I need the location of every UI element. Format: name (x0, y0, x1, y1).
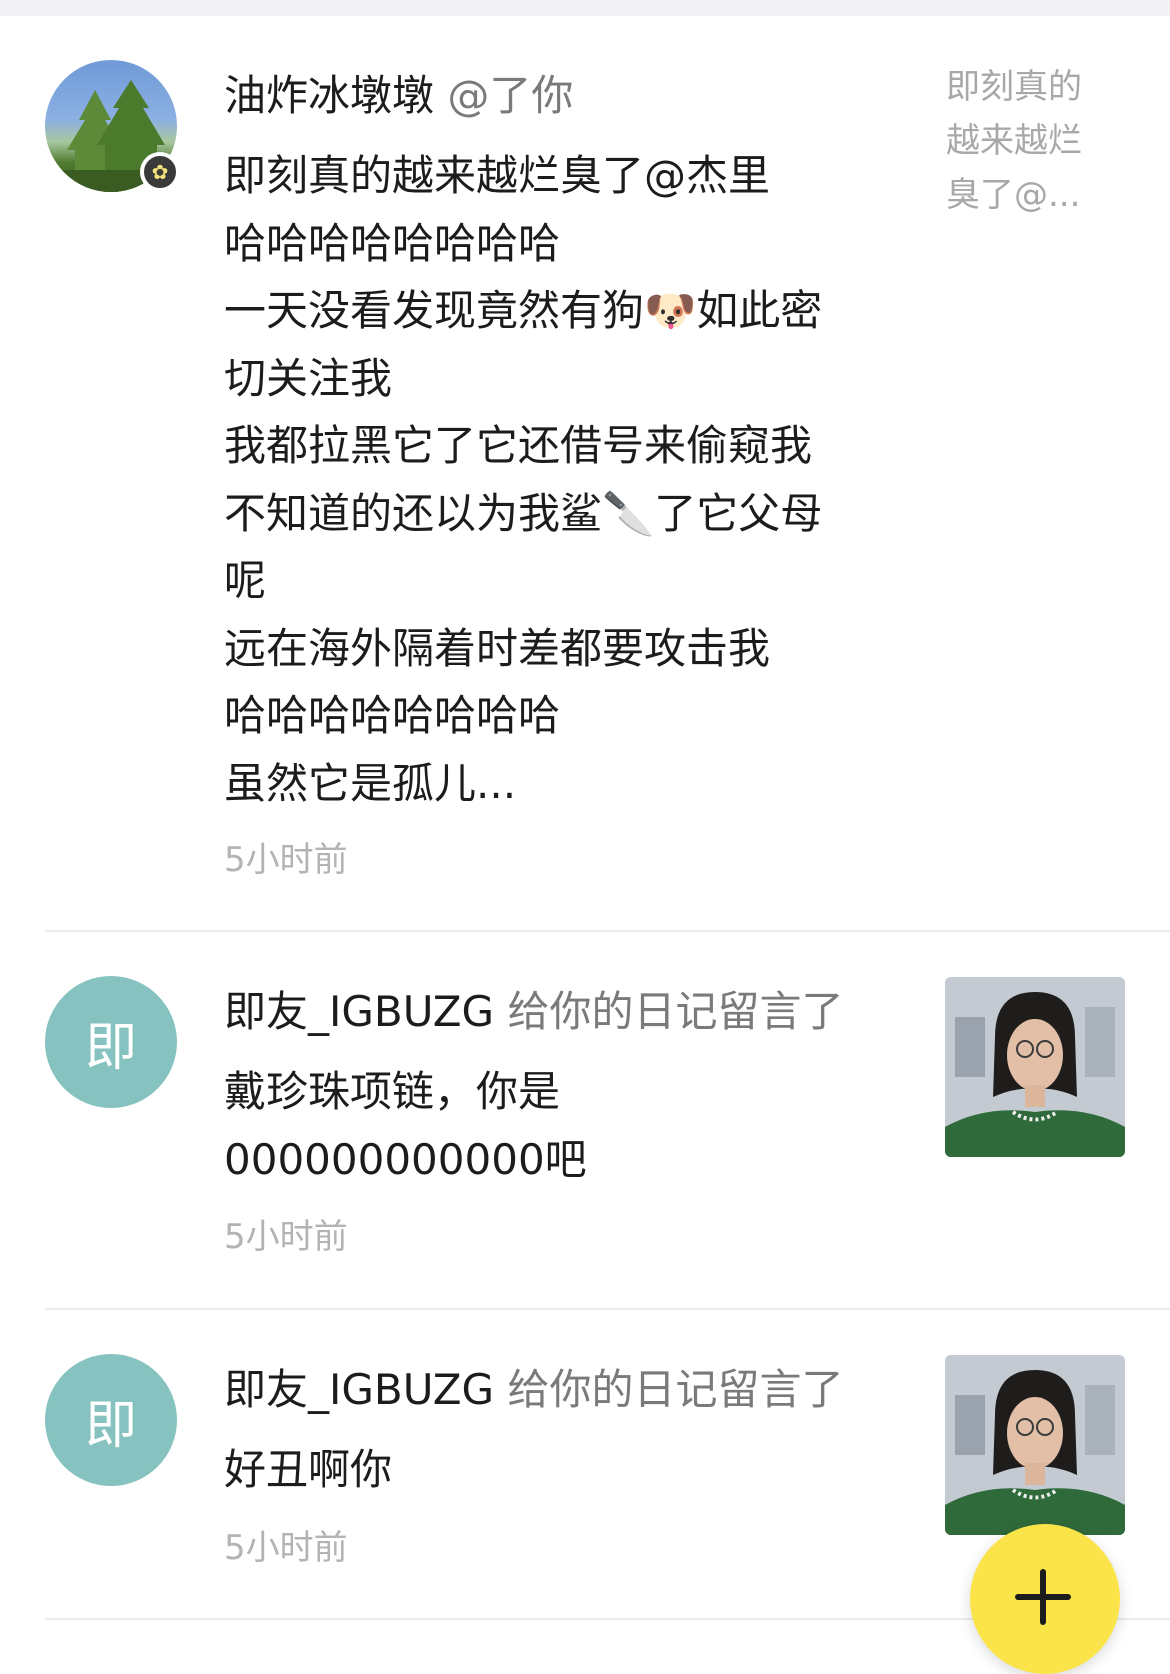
body-line: 远在海外隔着时差都要攻击我 (224, 623, 771, 673)
message-body: 即刻真的越来越烂臭了@杰里 哈哈哈哈哈哈哈哈 一天没看发现竟然有狗🐶如此密 切关… (224, 142, 904, 817)
body-line: 戴珍珠项链，你是 (224, 1067, 561, 1116)
body-line: 000000000000吧 (224, 1134, 587, 1184)
sender-name[interactable]: 即友_IGBUZG (224, 1365, 494, 1414)
action-text: 给你的日记留言了 (507, 1365, 844, 1414)
action-text: 给你的日记留言了 (507, 987, 844, 1036)
sparkle-badge-icon: ✿ (140, 152, 180, 192)
notification-item-mention[interactable]: ✿ 油炸冰墩墩 @了你 即刻真的越来越烂臭了@杰里 哈哈哈哈哈哈哈哈 一天没看发… (0, 0, 1170, 900)
preview-line: 臭了@... (946, 175, 1081, 215)
body-line: 好丑啊你 (224, 1445, 393, 1494)
preview-line: 越来越烂 (946, 121, 1082, 161)
avatar[interactable]: 即 (45, 976, 177, 1108)
body-line: 即刻真的越来越烂臭了@杰里 (224, 151, 771, 200)
body-line: 虽然它是孤儿... (224, 758, 517, 808)
notification-headline: 即友_IGBUZG 给你的日记留言了 (224, 1362, 843, 1418)
body-line: 哈哈哈哈哈哈哈哈 (224, 691, 561, 740)
body-line: 呢 (224, 556, 267, 605)
post-preview[interactable]: 即刻真的 越来越烂 臭了@... (946, 60, 1106, 222)
body-line: 哈哈哈哈哈哈哈哈 (224, 218, 561, 268)
timestamp: 5小时前 (224, 1528, 348, 1568)
notification-headline: 即友_IGBUZG 给你的日记留言了 (224, 984, 843, 1040)
message-body: 好丑啊你 (224, 1436, 904, 1504)
timestamp: 5小时前 (224, 1217, 348, 1257)
body-line: 切关注我 (224, 353, 393, 403)
diary-thumbnail[interactable] (945, 1355, 1125, 1535)
body-line: 不知道的还以为我鲨🔪了它父母 (224, 488, 823, 538)
message-body: 戴珍珠项链，你是 000000000000吧 (224, 1058, 904, 1193)
body-line: 我都拉黑它了它还借号来偷窥我 (224, 421, 813, 470)
compose-button[interactable] (970, 1524, 1120, 1674)
sender-name[interactable]: 油炸冰墩墩 (224, 71, 434, 120)
diary-thumbnail[interactable] (945, 977, 1125, 1157)
preview-line: 即刻真的 (946, 67, 1082, 107)
notification-item-comment[interactable]: 即 即友_IGBUZG 给你的日记留言了 戴珍珠项链，你是 0000000000… (0, 930, 1170, 1308)
portrait-thumbnail-image (945, 1355, 1125, 1535)
notification-headline: 油炸冰墩墩 @了你 (224, 68, 573, 124)
timestamp: 5小时前 (224, 840, 348, 880)
avatar[interactable]: 即 (45, 1354, 177, 1486)
sender-name[interactable]: 即友_IGBUZG (224, 987, 494, 1036)
portrait-thumbnail-image (945, 977, 1125, 1157)
action-text: @了你 (447, 71, 574, 120)
body-line: 一天没看发现竟然有狗🐶如此密 (224, 286, 823, 335)
